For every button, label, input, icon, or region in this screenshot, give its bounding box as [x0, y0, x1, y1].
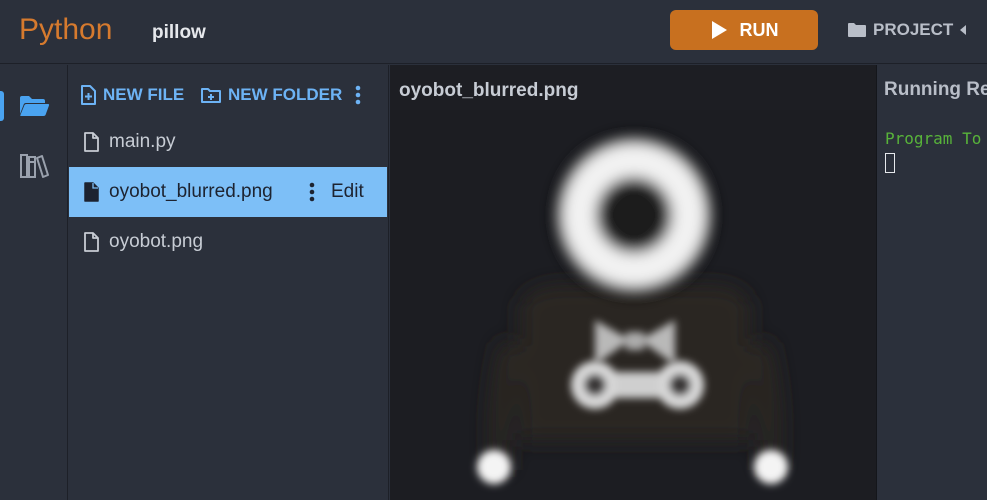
project-label: PROJECT — [873, 20, 954, 39]
file-name: main.py — [109, 131, 176, 152]
files-toolbar: NEW FILE NEW FOLDER — [69, 65, 389, 123]
files-panel: NEW FILE NEW FOLDER main.py oyobot_blurr… — [69, 65, 389, 500]
new-folder-label: NEW FOLDER — [228, 85, 343, 104]
top-bar: Python pillow RUN PROJECT — [0, 0, 987, 64]
project-menu-button[interactable]: PROJECT — [847, 19, 967, 41]
new-file-button[interactable]: NEW FILE — [80, 83, 184, 107]
library-icon — [20, 154, 49, 178]
run-button[interactable]: RUN — [670, 10, 818, 50]
edit-label: Edit — [331, 181, 364, 202]
file-icon — [84, 232, 99, 252]
app-title: Python — [19, 13, 113, 46]
rail-item-library[interactable] — [0, 141, 68, 191]
preview-title: oyobot_blurred.png — [399, 80, 579, 101]
file-icon — [84, 132, 99, 152]
output-title: Running Re — [884, 79, 987, 100]
blurred-robot-image — [390, 110, 876, 500]
folder-plus-icon — [201, 87, 221, 103]
terminal-cursor[interactable] — [885, 153, 895, 173]
side-rail — [0, 65, 68, 500]
file-name: oyobot.png — [109, 231, 204, 252]
play-icon — [711, 21, 727, 39]
file-item-oyobot-blurred[interactable]: oyobot_blurred.png Edit — [69, 167, 387, 217]
output-text: Program To — [885, 129, 982, 148]
kebab-menu-icon — [309, 182, 315, 202]
file-plus-icon — [81, 85, 96, 105]
output-panel: Running Re Program To — [878, 65, 987, 500]
rail-item-files[interactable] — [0, 81, 68, 131]
folder-icon — [848, 23, 866, 37]
new-folder-button[interactable]: NEW FOLDER — [201, 83, 342, 107]
folder-open-icon — [20, 96, 50, 116]
file-item-oyobot-png[interactable]: oyobot.png — [69, 217, 387, 267]
file-item-main-py[interactable]: main.py — [69, 117, 387, 167]
file-filled-icon — [84, 182, 99, 202]
image-preview-panel: oyobot_blurred.png — [390, 65, 877, 500]
caret-left-icon — [960, 25, 967, 35]
new-file-label: NEW FILE — [103, 85, 185, 104]
kebab-menu-icon — [355, 85, 361, 105]
run-label: RUN — [739, 19, 779, 40]
files-more-button[interactable] — [350, 84, 366, 106]
file-name: oyobot_blurred.png — [109, 181, 273, 202]
file-edit-button[interactable]: Edit — [309, 180, 364, 204]
project-name[interactable]: pillow — [152, 21, 206, 45]
